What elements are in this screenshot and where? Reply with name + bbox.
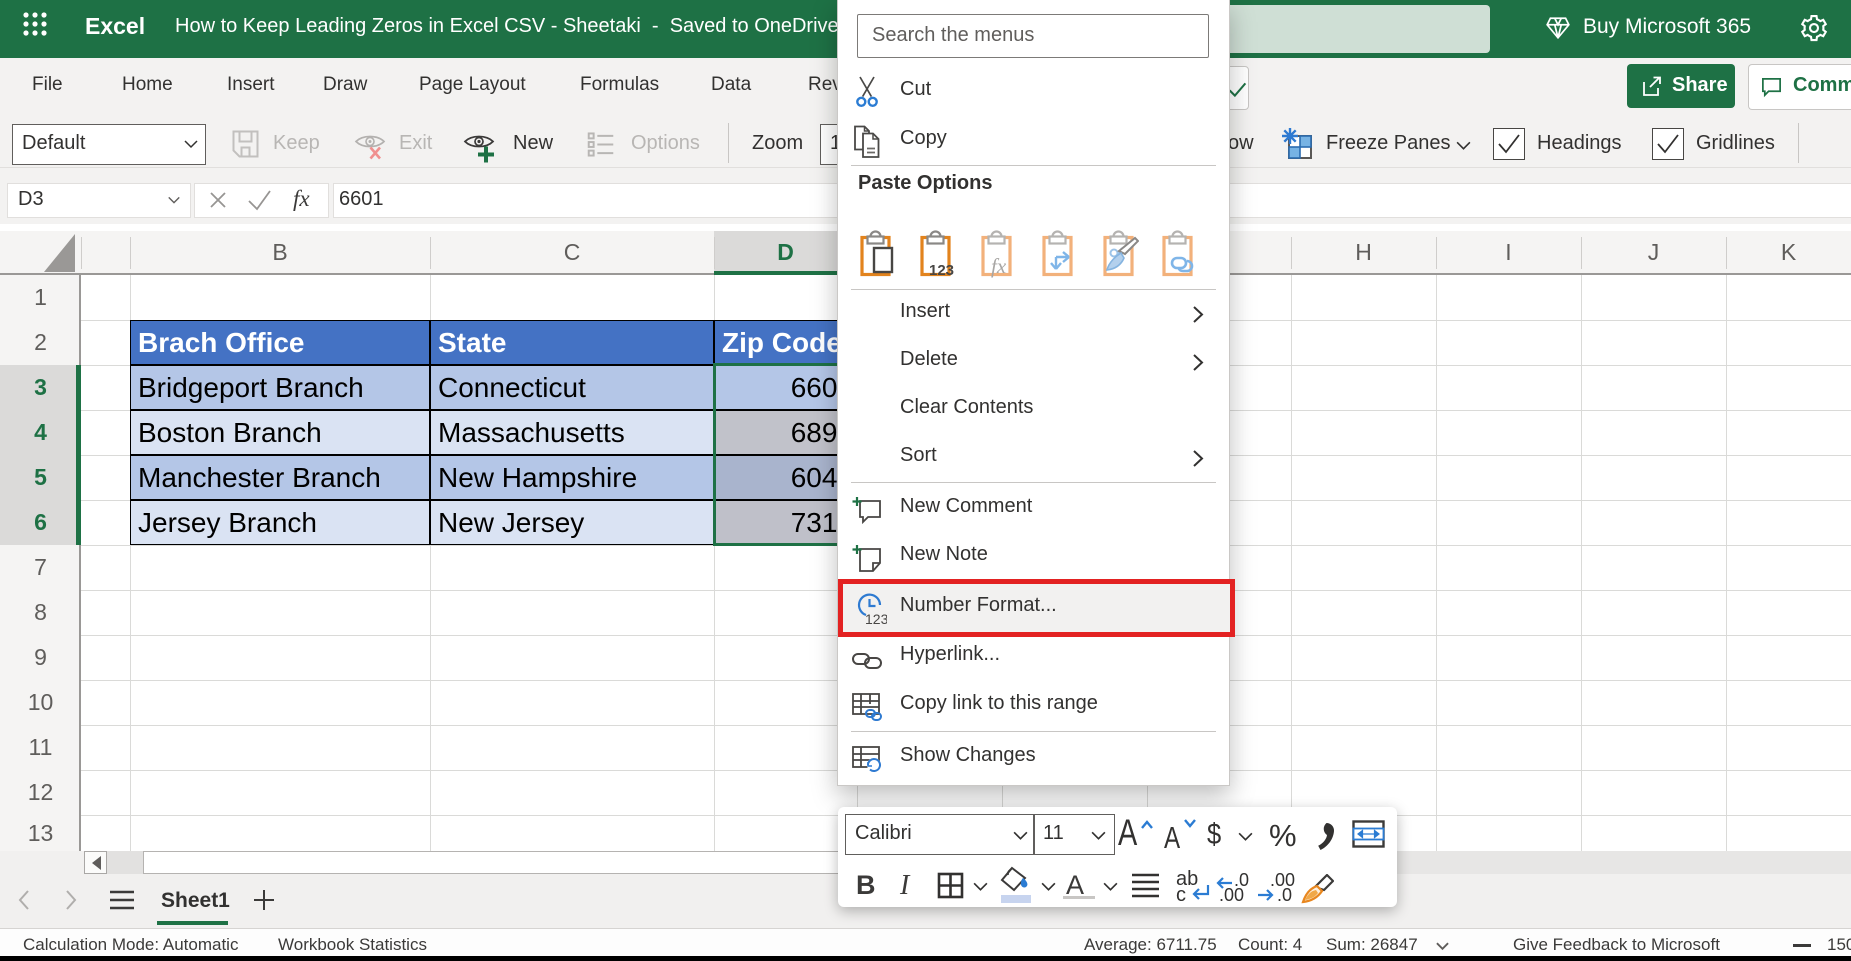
svg-text:fx: fx xyxy=(991,254,1007,278)
svg-text:123: 123 xyxy=(929,262,954,278)
svg-text:123: 123 xyxy=(865,611,887,626)
